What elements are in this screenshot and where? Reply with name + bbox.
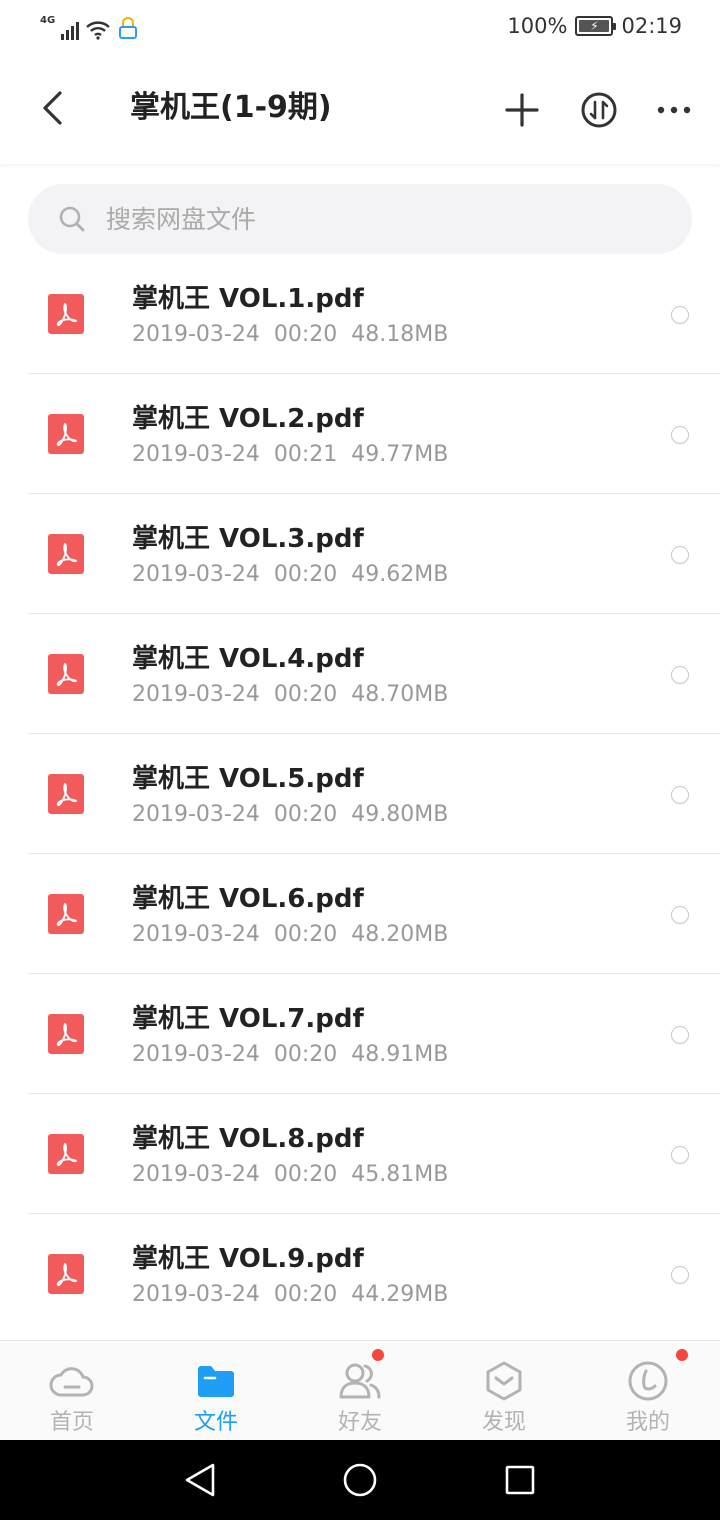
file-name: 掌机王 VOL.2.pdf: [132, 404, 364, 434]
tab-label: 首页: [49, 1410, 94, 1435]
triangle-back-icon: [185, 1463, 215, 1497]
select-radio[interactable]: [671, 426, 689, 444]
file-meta: 2019-03-24 00:20 49.62MB: [132, 562, 449, 587]
sort-button[interactable]: [575, 86, 623, 134]
tab-profile[interactable]: 我的: [576, 1341, 720, 1440]
system-nav-bar: [0, 1440, 720, 1520]
pdf-file-icon: [48, 774, 84, 814]
select-radio[interactable]: [671, 306, 689, 324]
bottom-tab-bar: 首页 文件 好友 发现 我的: [0, 1340, 720, 1440]
file-name: 掌机王 VOL.6.pdf: [132, 884, 364, 914]
nav-recents-button[interactable]: [500, 1460, 540, 1500]
file-row-6[interactable]: 掌机王 VOL.6.pdf 2019-03-24 00:20 48.20MB: [28, 854, 720, 974]
search-bar[interactable]: [28, 184, 692, 254]
more-icon: [657, 106, 691, 114]
status-left: 4G: [40, 14, 139, 40]
file-row-5[interactable]: 掌机王 VOL.5.pdf 2019-03-24 00:20 49.80MB: [28, 734, 720, 854]
pdf-file-icon: [48, 294, 84, 334]
tab-friends[interactable]: 好友: [288, 1341, 432, 1440]
status-right: 100% ⚡ 02:19: [507, 14, 682, 38]
pdf-file-icon: [48, 1014, 84, 1054]
file-meta: 2019-03-24 00:20 49.80MB: [132, 802, 449, 827]
notification-badge: [372, 1349, 384, 1361]
file-row-8[interactable]: 掌机王 VOL.8.pdf 2019-03-24 00:20 45.81MB: [28, 1094, 720, 1214]
nav-back-button[interactable]: [180, 1460, 220, 1500]
wifi-icon: [86, 21, 110, 40]
clock: 02:19: [621, 14, 682, 38]
file-meta: 2019-03-24 00:20 48.70MB: [132, 682, 449, 707]
discover-icon: [480, 1359, 528, 1403]
search-icon: [59, 206, 85, 232]
file-meta: 2019-03-24 00:20 45.81MB: [132, 1162, 449, 1187]
tab-files[interactable]: 文件: [144, 1341, 288, 1440]
pdf-file-icon: [48, 414, 84, 454]
file-meta: 2019-03-24 00:20 48.20MB: [132, 922, 449, 947]
file-meta: 2019-03-24 00:20 48.91MB: [132, 1042, 449, 1067]
select-radio[interactable]: [671, 1026, 689, 1044]
square-recents-icon: [505, 1465, 535, 1495]
battery-percent: 100%: [507, 14, 568, 38]
file-meta: 2019-03-24 00:21 49.77MB: [132, 442, 449, 467]
tab-discover[interactable]: 发现: [432, 1341, 576, 1440]
select-radio[interactable]: [671, 666, 689, 684]
select-radio[interactable]: [671, 1146, 689, 1164]
file-row-1[interactable]: 掌机王 VOL.1.pdf 2019-03-24 00:20 48.18MB: [28, 254, 720, 374]
file-row-2[interactable]: 掌机王 VOL.2.pdf 2019-03-24 00:21 49.77MB: [28, 374, 720, 494]
select-radio[interactable]: [671, 786, 689, 804]
battery-icon: ⚡: [575, 16, 617, 36]
app-header: 掌机王(1-9期): [0, 56, 720, 164]
tab-label: 文件: [193, 1410, 238, 1435]
pdf-file-icon: [48, 1254, 84, 1294]
chevron-left-icon: [43, 91, 62, 125]
file-row-4[interactable]: 掌机王 VOL.4.pdf 2019-03-24 00:20 48.70MB: [28, 614, 720, 734]
more-button[interactable]: [650, 86, 698, 134]
vpn-lock-icon: [119, 17, 138, 39]
back-button[interactable]: [30, 86, 74, 130]
file-row-3[interactable]: 掌机王 VOL.3.pdf 2019-03-24 00:20 49.62MB: [28, 494, 720, 614]
select-radio[interactable]: [671, 906, 689, 924]
nav-home-button[interactable]: [340, 1460, 380, 1500]
pdf-file-icon: [48, 534, 84, 574]
file-name: 掌机王 VOL.7.pdf: [132, 1004, 364, 1034]
pdf-file-icon: [48, 654, 84, 694]
pdf-file-icon: [48, 1134, 84, 1174]
search-input[interactable]: [106, 204, 626, 234]
file-meta: 2019-03-24 00:20 44.29MB: [132, 1282, 449, 1307]
file-row-7[interactable]: 掌机王 VOL.7.pdf 2019-03-24 00:20 48.91MB: [28, 974, 720, 1094]
folder-icon: [192, 1359, 240, 1403]
status-bar: 4G 100% ⚡ 02:19: [0, 0, 720, 56]
profile-icon: [624, 1359, 672, 1403]
file-name: 掌机王 VOL.9.pdf: [132, 1244, 364, 1274]
file-name: 掌机王 VOL.4.pdf: [132, 644, 364, 674]
tab-home[interactable]: 首页: [0, 1341, 144, 1440]
cloud-icon: [48, 1359, 96, 1403]
notification-badge: [676, 1349, 688, 1361]
sort-icon: [581, 92, 617, 128]
file-name: 掌机王 VOL.1.pdf: [132, 284, 364, 314]
add-button[interactable]: [498, 86, 546, 134]
file-name: 掌机王 VOL.8.pdf: [132, 1124, 364, 1154]
plus-icon: [505, 93, 539, 127]
file-name: 掌机王 VOL.3.pdf: [132, 524, 364, 554]
file-meta: 2019-03-24 00:20 48.18MB: [132, 322, 449, 347]
tab-label: 好友: [337, 1410, 382, 1435]
signal-icon: [61, 20, 80, 40]
pdf-file-icon: [48, 894, 84, 934]
circle-home-icon: [343, 1463, 377, 1497]
tab-label: 我的: [625, 1410, 670, 1435]
tab-label: 发现: [481, 1410, 526, 1435]
friends-icon: [336, 1359, 384, 1403]
page-title: 掌机王(1-9期): [130, 90, 332, 125]
file-name: 掌机王 VOL.5.pdf: [132, 764, 364, 794]
file-row-9[interactable]: 掌机王 VOL.9.pdf 2019-03-24 00:20 44.29MB: [28, 1214, 720, 1334]
select-radio[interactable]: [671, 546, 689, 564]
network-type: 4G: [40, 15, 56, 26]
select-radio[interactable]: [671, 1266, 689, 1284]
file-list: 掌机王 VOL.1.pdf 2019-03-24 00:20 48.18MB 掌…: [0, 254, 720, 1334]
